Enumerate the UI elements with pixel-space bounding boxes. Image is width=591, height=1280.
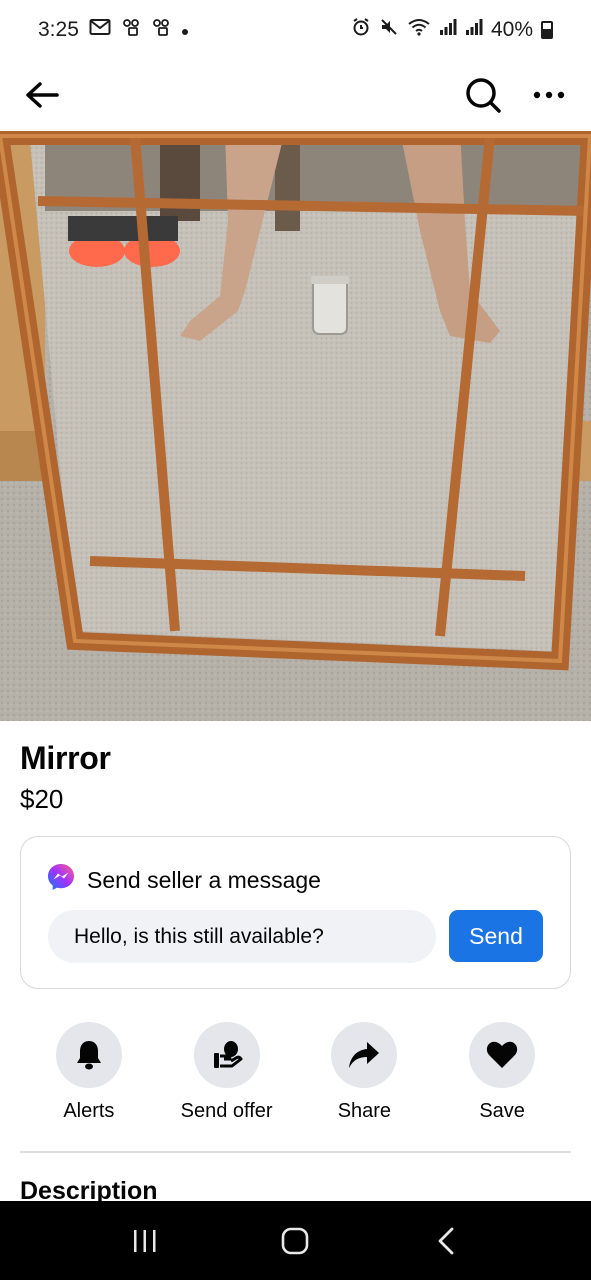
wifi-icon	[407, 17, 431, 43]
more-icon	[533, 91, 565, 99]
share-button[interactable]: Share	[296, 1022, 434, 1132]
android-nav-bar	[0, 1201, 591, 1280]
gmail-icon	[89, 18, 111, 42]
signal-icon	[439, 18, 457, 42]
divider	[20, 1151, 571, 1153]
save-label: Save	[479, 1100, 525, 1122]
top-nav	[0, 60, 591, 130]
message-input[interactable]	[48, 910, 436, 963]
message-header: Send seller a message	[47, 863, 321, 897]
back-button[interactable]	[22, 75, 62, 115]
signal-icon	[465, 18, 483, 42]
share-icon	[349, 1042, 380, 1068]
dot-icon	[181, 18, 189, 42]
status-left: 3:25	[38, 17, 189, 43]
search-button[interactable]	[463, 75, 503, 115]
home-button[interactable]	[265, 1211, 325, 1271]
battery-percent: 40%	[490, 18, 533, 41]
recent-apps-icon	[134, 1229, 156, 1252]
listing-title: Mirror	[20, 740, 111, 776]
alerts-circle	[55, 1022, 122, 1088]
message-card: Send seller a message Send	[20, 836, 571, 989]
battery-icon	[541, 21, 553, 39]
heart-icon	[487, 1041, 518, 1068]
save-button[interactable]: Save	[433, 1022, 571, 1132]
voicemail-icon	[121, 17, 141, 43]
offer-icon	[213, 1041, 243, 1068]
send-button[interactable]: Send	[449, 910, 543, 962]
mute-icon	[379, 17, 399, 43]
status-time: 3:25	[38, 18, 79, 41]
description-heading: Description	[20, 1177, 158, 1201]
more-button[interactable]	[529, 75, 569, 115]
search-icon	[466, 78, 501, 113]
listing-price: $20	[20, 784, 64, 814]
alarm-icon	[351, 17, 371, 43]
voicemail-icon	[151, 17, 171, 43]
alerts-label: Alerts	[63, 1100, 115, 1122]
arrow-left-icon	[26, 82, 59, 108]
share-circle	[331, 1022, 398, 1088]
status-bar: 3:25 40%	[0, 0, 591, 60]
action-bar: Alerts Send offer Share Save	[20, 1022, 571, 1132]
message-heading: Send seller a message	[87, 866, 321, 893]
nav-actions	[463, 75, 569, 115]
mirror-photo-illustration	[0, 131, 591, 721]
messenger-icon	[47, 863, 75, 897]
home-icon	[282, 1227, 309, 1254]
back-nav-button[interactable]	[416, 1211, 476, 1271]
listing-photo[interactable]	[0, 131, 591, 721]
send-offer-button[interactable]: Send offer	[158, 1022, 296, 1132]
status-right: 40%	[351, 17, 553, 43]
recent-apps-button[interactable]	[115, 1211, 175, 1271]
bell-icon	[76, 1041, 101, 1070]
chevron-left-icon	[438, 1227, 454, 1254]
alerts-button[interactable]: Alerts	[20, 1022, 158, 1132]
send-offer-circle	[193, 1022, 260, 1088]
share-label: Share	[337, 1100, 392, 1122]
save-circle	[469, 1022, 536, 1088]
send-offer-label: Send offer	[180, 1100, 273, 1122]
